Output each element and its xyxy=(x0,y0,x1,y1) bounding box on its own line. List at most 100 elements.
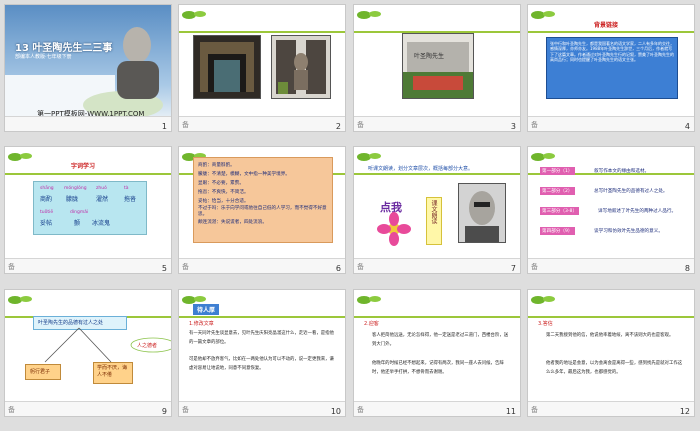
flower-icon xyxy=(377,212,411,246)
leaf-decoration-icon xyxy=(357,296,381,304)
header-line xyxy=(179,316,345,318)
pinyin: tuǒtiē xyxy=(40,210,54,215)
slide-caption-bar: 备 12 xyxy=(528,401,694,416)
slide-number: 3 xyxy=(510,122,516,131)
slide-number: 4 xyxy=(684,122,690,131)
definition-line: 商酌：商量斟酌。 xyxy=(198,163,235,168)
part-text: 叙写作本文的缘由和选材。 xyxy=(594,169,650,174)
leaf-decoration-icon xyxy=(357,153,381,161)
part-text: 详写地叙述了叶先生的两种过人品行。 xyxy=(598,209,677,214)
leaf-decoration-icon xyxy=(357,11,381,19)
slide-caption-bar: 备 7 xyxy=(354,258,520,273)
notes-icon: 备 xyxy=(531,263,538,271)
definition-line: 拖沓：不爽快，不简洁。 xyxy=(198,190,249,195)
slide-content: 2.迎客 客人拒简他远送，无论怎样得，他一定送是老过三道门，西楼台阶，送到大门外… xyxy=(354,290,520,402)
slide-thumbnail-9[interactable]: 叶圣陶先生的品德有过人之处 人之德者 躬行君子 学而不厌，诲人不倦 备 9 xyxy=(4,289,172,417)
notes-icon: 备 xyxy=(182,406,189,414)
slide-content: 背景链接 张中行和叶圣陶先生，都是我国著名的语文学家，二人有多年的交往，感情深厚… xyxy=(528,5,694,117)
slide-thumbnail-4[interactable]: 背景链接 张中行和叶圣陶先生，都是我国著名的语文学家，二人有多年的交往，感情深厚… xyxy=(527,4,695,132)
header-line xyxy=(179,31,345,33)
notes-icon: 备 xyxy=(182,263,189,271)
slide-number: 12 xyxy=(679,407,690,416)
slide-thumbnail-6[interactable]: 商酌：商量斟酌。 朦胧：不清楚，模糊，文中指一种美学境界。 显眼：不必要，累赘。… xyxy=(178,146,346,274)
paragraph: 有一天同叶先生谈显意去，见叶先生庆阳亮晶溜这什么，走近一看，是指他的一篇文章的部… xyxy=(189,331,334,345)
slide-caption-bar: 备 6 xyxy=(179,258,345,273)
definition-line: 妥帖：恰当，十分合适。 xyxy=(198,199,249,204)
leaf-decoration-icon xyxy=(531,11,555,19)
vocab-word: 妥帖 xyxy=(40,220,53,227)
paragraph: 第二天我接到他的信，他说他率着地绥，离不该则大的也是客观。 xyxy=(546,333,674,338)
slide-caption-bar: 备 8 xyxy=(528,258,694,273)
slide-thumbnail-8[interactable]: 第一部分（1） 叙写作本文的缘由和选材。 第二部分（2） 总写叶圣陶先生的品德有… xyxy=(527,146,695,274)
pinyin: dìnɡmǎi xyxy=(70,210,89,215)
slide-thumbnail-5[interactable]: 字词学习 shāng mónɡlónɡ zhuó tà 商酌 朦胧 濯然 拖沓 … xyxy=(4,146,172,274)
topic-tag: 待人厚 xyxy=(193,304,220,315)
stone-inscription: 叶圣陶先生 xyxy=(414,53,445,60)
slide-number: 2 xyxy=(335,122,341,131)
slide-caption-bar: 备 10 xyxy=(179,401,345,416)
slide-caption-bar: 备 9 xyxy=(5,401,171,416)
slide-thumbnail-3[interactable]: 叶圣陶先生 备 3 xyxy=(353,4,521,132)
slide-caption-bar: 备 4 xyxy=(528,116,694,131)
pinyin: shāng xyxy=(40,186,54,191)
header-line xyxy=(354,316,520,318)
text-box-body: 张中行和叶圣陶先生，都是我国著名的语文学家，二人有多年的交往，感情深厚，亦师亦友… xyxy=(550,41,674,62)
slide-number: 8 xyxy=(684,264,690,273)
slide-thumbnail-1[interactable]: 13 叶圣陶先生二三事 部编本人教版·七年级下册 第一PPT模板网-WWW.1P… xyxy=(4,4,172,132)
section-subtitle: 1.修改文章 xyxy=(189,321,214,327)
definition-box: 商酌：商量斟酌。 朦胧：不清楚，模糊，文中指一种美学境界。 显眼：不必要，累赘。… xyxy=(193,157,333,243)
paragraph: 客人拒简他远送，无论怎样得，他一定送是老过三道门，西楼台阶，送到大门外。 xyxy=(372,333,509,347)
slide-caption-bar: 备 11 xyxy=(354,401,520,416)
slide-subtitle: 部编本人教版·七年级下册 xyxy=(15,54,72,60)
paragraph: 可是他却不放弃客气，比如在一两处他认为可以不动的，说一定更我来，谦虚对容易让地说… xyxy=(189,357,334,371)
slide-content: 第一部分（1） 叙写作本文的缘由和选材。 第二部分（2） 总写叶圣陶先生的品德有… xyxy=(528,147,694,259)
slide-content: 13 叶圣陶先生二三事 部编本人教版·七年级下册 第一PPT模板网-WWW.1P… xyxy=(5,5,171,117)
vocab-word: 冰流鬼 xyxy=(92,220,111,227)
statue-photo xyxy=(271,35,331,99)
slide-thumbnail-11[interactable]: 2.迎客 客人拒简他远送，无论怎样得，他一定送是老过三道门，西楼台阶，送到大门外… xyxy=(353,289,521,417)
slide-thumbnail-7[interactable]: 听课文朗读，划分文章层次，概括每部分大意。 点我 课文朗读 备 7 xyxy=(353,146,521,274)
notes-icon: 备 xyxy=(531,121,538,129)
pinyin: mónɡlónɡ xyxy=(64,186,87,191)
text-box: 张中行和叶圣陶先生，都是我国著名的语文学家，二人有多年的交往，感情深厚，亦师亦友… xyxy=(546,37,678,99)
portrait-photo xyxy=(458,183,506,243)
notes-icon: 备 xyxy=(8,263,15,271)
slide-number: 7 xyxy=(510,264,516,273)
slide-caption-bar: 备 5 xyxy=(5,258,171,273)
section-subtitle: 3.答信 xyxy=(538,321,553,327)
notes-icon: 备 xyxy=(8,406,15,414)
definition-line: 显眼：不必要，累赘。 xyxy=(198,181,244,186)
part-label: 第二部分（2） xyxy=(540,187,575,195)
memorial-stone-photo xyxy=(402,33,474,99)
vocab-word: 濯然 xyxy=(96,196,109,203)
branch-box-left: 躬行君子 xyxy=(25,364,61,380)
vertical-banner[interactable]: 课文朗读 xyxy=(426,197,442,245)
part-text: 谈学习和仿效叶先生品德的意义。 xyxy=(594,229,663,234)
slide-heading: 听课文朗读，划分文章层次，概括每部分大意。 xyxy=(368,166,474,172)
slide-number: 10 xyxy=(330,407,341,416)
branch-text: 学而不厌，诲人不倦 xyxy=(97,365,128,378)
slide-heading: 字词学习 xyxy=(71,163,96,170)
leaf-decoration-icon xyxy=(182,11,206,19)
slide-content xyxy=(179,5,345,117)
definition-line: 朦胧：不清楚，模糊，文中指一种美学境界。 xyxy=(198,172,290,177)
notes-icon: 备 xyxy=(182,121,189,129)
part-label: 第三部分（3-8） xyxy=(540,207,580,215)
vocab-word: 颤 xyxy=(74,220,81,227)
section-subtitle: 2.迎客 xyxy=(364,321,379,327)
vocab-word: 商酌 xyxy=(40,196,53,203)
branch-text: 躬行君子 xyxy=(30,369,51,375)
part-text: 总写叶圣陶先生的品德有过人之处。 xyxy=(594,189,668,194)
slide-thumbnail-10[interactable]: 待人厚 1.修改文章 有一天同叶先生谈显意去，见叶先生庆阳亮晶溜这什么，走近一看… xyxy=(178,289,346,417)
slide-heading: 背景链接 xyxy=(594,22,619,29)
vocab-box: shāng mónɡlónɡ zhuó tà 商酌 朦胧 濯然 拖沓 tuǒti… xyxy=(33,181,147,235)
slide-content: 叶圣陶先生的品德有过人之处 人之德者 躬行君子 学而不厌，诲人不倦 xyxy=(5,290,171,402)
notes-icon: 备 xyxy=(357,406,364,414)
slide-thumbnail-12[interactable]: 3.答信 第二天我接到他的信，他说他率着地绥，离不该则大的也是客观。 他者我的地… xyxy=(527,289,695,417)
branch-box-right: 学而不厌，诲人不倦 xyxy=(93,362,133,384)
slide-number: 11 xyxy=(505,407,516,416)
header-line xyxy=(354,173,520,175)
speech-bubble-text: 人之德者 xyxy=(137,343,158,349)
part-label: 第一部分（1） xyxy=(540,167,575,175)
slide-thumbnail-2[interactable]: 备 2 xyxy=(178,4,346,132)
